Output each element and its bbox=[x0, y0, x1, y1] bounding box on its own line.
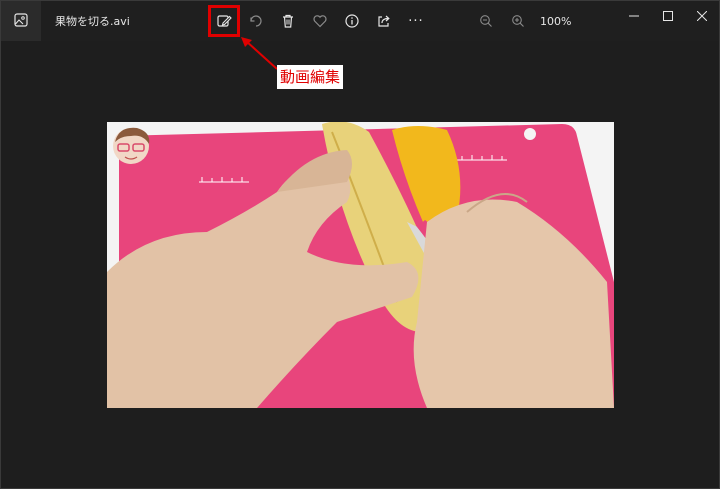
heart-icon bbox=[312, 13, 328, 29]
image-icon bbox=[14, 12, 28, 31]
annotation-arrow bbox=[237, 33, 281, 77]
minimize-button[interactable] bbox=[617, 1, 651, 29]
favorite-button[interactable] bbox=[304, 5, 336, 37]
edit-video-icon bbox=[216, 13, 232, 29]
zoom-out-button[interactable] bbox=[470, 5, 502, 37]
title-bar: 果物を切る.avi ··· 100% bbox=[1, 1, 719, 41]
info-icon bbox=[344, 13, 360, 29]
photos-app-window: 果物を切る.avi ··· 100% 動画編集 bbox=[0, 0, 720, 489]
zoom-in-button[interactable] bbox=[502, 5, 534, 37]
app-icon-button[interactable] bbox=[1, 1, 41, 41]
video-frame[interactable] bbox=[107, 122, 614, 408]
video-image bbox=[107, 122, 614, 408]
minimize-icon bbox=[629, 6, 639, 25]
edit-video-button[interactable] bbox=[208, 5, 240, 37]
share-icon bbox=[376, 13, 392, 29]
window-controls bbox=[617, 1, 719, 29]
close-button[interactable] bbox=[685, 1, 719, 29]
annotation-label: 動画編集 bbox=[277, 65, 344, 89]
info-button[interactable] bbox=[336, 5, 368, 37]
zoom-controls: 100% bbox=[470, 5, 571, 37]
rotate-icon bbox=[248, 13, 264, 29]
more-icon: ··· bbox=[408, 13, 424, 29]
trash-icon bbox=[280, 13, 296, 29]
close-icon bbox=[696, 6, 708, 25]
maximize-icon bbox=[663, 6, 673, 25]
share-button[interactable] bbox=[368, 5, 400, 37]
zoom-out-icon bbox=[479, 14, 493, 28]
zoom-level[interactable]: 100% bbox=[540, 15, 571, 28]
zoom-in-icon bbox=[511, 14, 525, 28]
maximize-button[interactable] bbox=[651, 1, 685, 29]
window-title: 果物を切る.avi bbox=[55, 15, 130, 28]
more-button[interactable]: ··· bbox=[400, 5, 432, 37]
